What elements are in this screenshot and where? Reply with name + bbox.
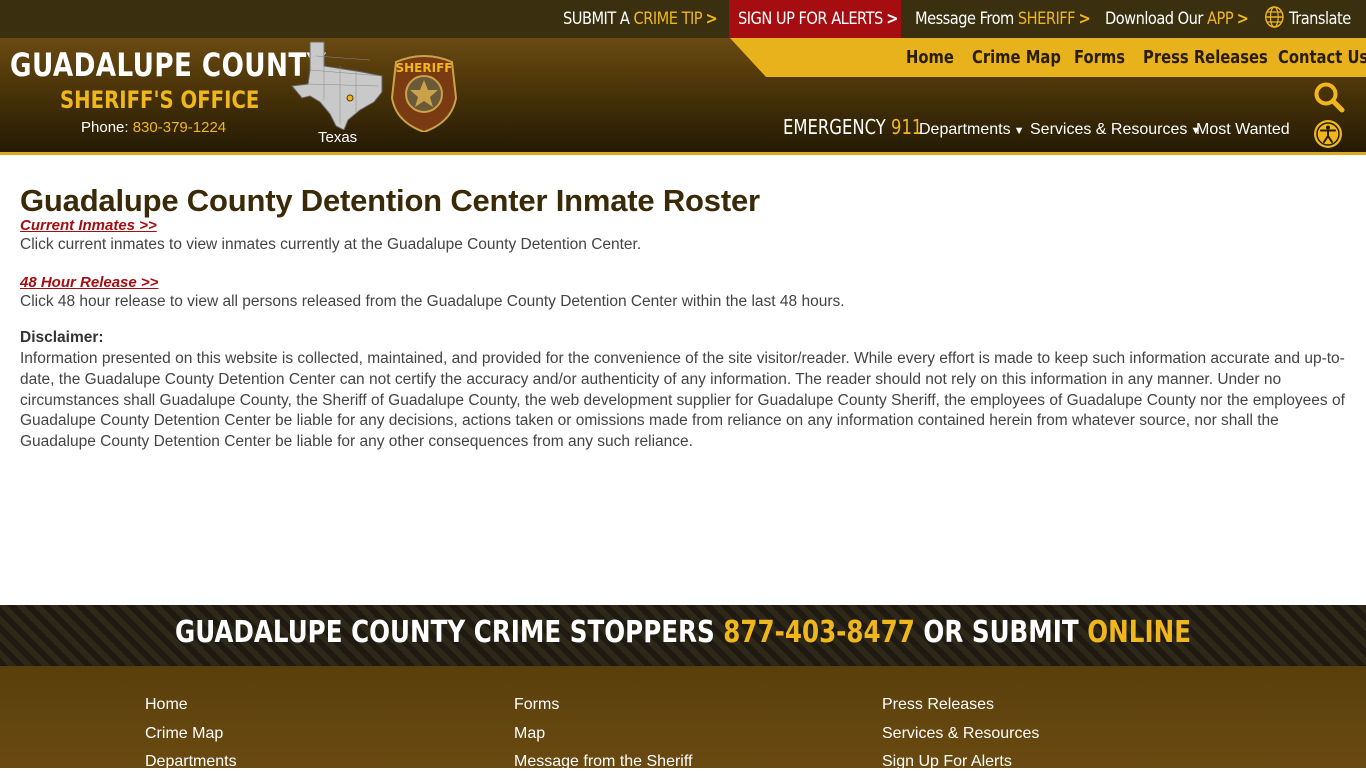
message-prefix: Message From [915,9,1018,29]
accessibility-icon[interactable] [1313,119,1343,149]
footer-link-home[interactable]: Home [145,696,188,714]
chevron-down-icon: ▼ [1013,125,1025,137]
phone-number[interactable]: 830-379-1224 [133,119,226,136]
nav-home[interactable]: Home [906,38,954,77]
footer-link-forms[interactable]: Forms [514,696,559,714]
stoppers-prefix: GUADALUPE COUNTY CRIME STOPPERS [174,615,724,650]
emergency-label: EMERGENCY [783,115,892,139]
main-nav: Home Crime Map Forms Press Releases Cont… [730,38,1366,77]
nav-forms[interactable]: Forms [1074,38,1125,77]
footer-link-press-releases[interactable]: Press Releases [882,696,994,714]
globe-icon [1265,6,1284,28]
services-label: Services & Resources [1030,121,1188,138]
current-inmates-link[interactable]: Current Inmates >> [20,217,157,234]
departments-label: Departments [919,121,1011,138]
texas-label: Texas [318,129,358,146]
sheriff-badge-icon[interactable]: SHERIFF [390,52,458,132]
nav-press-releases[interactable]: Press Releases [1143,38,1268,77]
nav-most-wanted[interactable]: Most Wanted [1196,121,1290,139]
texas-map-icon [291,41,383,130]
alerts-label-wrap: SIGN UP FOR ALERTS > [738,0,898,38]
crime-stoppers-text: GUADALUPE COUNTY CRIME STOPPERS 877-403-… [175,615,1191,650]
footer-link-message-sheriff[interactable]: Message from the Sheriff [514,753,692,771]
search-icon[interactable] [1313,81,1345,113]
current-inmates-description: Click current inmates to view inmates cu… [20,236,642,253]
chevron-right-icon: > [886,9,898,29]
emergency-link[interactable]: EMERGENCY 911 [783,115,922,139]
nav-crime-map[interactable]: Crime Map [972,38,1061,77]
phone-label: Phone: [81,119,133,136]
chevron-right-icon: > [705,9,718,29]
download-app-link[interactable]: Download Our APP > [1105,0,1249,38]
disclaimer-body: Information presented on this website is… [20,350,1345,451]
footer-link-map[interactable]: Map [514,725,545,743]
app-prefix: Download Our [1105,9,1208,29]
brand-phone: Phone: 830-379-1224 [81,119,226,136]
page-title: Guadalupe County Detention Center Inmate… [20,183,760,218]
top-bar: SUBMIT A CRIME TIP > SIGN UP FOR ALERTS > … [0,0,1366,38]
release-48-link[interactable]: 48 Hour Release >> [20,274,158,291]
badge-text: SHERIFF [396,61,453,75]
footer-link-crime-map[interactable]: Crime Map [145,725,223,743]
chevron-right-icon: > [1078,9,1091,29]
brand-office[interactable]: SHERIFF'S OFFICE [60,86,259,114]
translate-label: Translate [1288,9,1351,29]
message-sheriff-link[interactable]: Message From SHERIFF > [915,0,1091,38]
chevron-right-icon: > [1236,9,1249,29]
emergency-number: 911 [891,115,923,139]
stoppers-middle: OR SUBMIT [914,615,1088,650]
header-divider [0,152,1366,155]
stoppers-phone[interactable]: 877-403-8477 [723,615,915,650]
nav-contact-us[interactable]: Contact Us [1278,38,1366,77]
translate-button[interactable]: Translate [1264,0,1351,38]
app-highlight: APP [1207,9,1234,29]
stoppers-online-link[interactable]: ONLINE [1087,615,1191,650]
disclaimer-heading: Disclaimer: [20,329,104,346]
footer-link-departments[interactable]: Departments [145,753,237,771]
footer-link-services[interactable]: Services & Resources [882,725,1039,743]
crime-tip-prefix: SUBMIT A [563,9,634,29]
crime-tip-link[interactable]: SUBMIT A CRIME TIP > [563,0,718,38]
message-highlight: SHERIFF [1017,9,1076,29]
footer-link-alerts[interactable]: Sign Up For Alerts [882,753,1012,771]
nav-departments[interactable]: Departments ▼ [919,121,1024,139]
brand-county[interactable]: GUADALUPE COUNTY [10,46,326,84]
release-48-description: Click 48 hour release to view all person… [20,293,845,310]
alerts-link[interactable]: SIGN UP FOR ALERTS > [729,0,901,38]
crime-tip-highlight: CRIME TIP [633,9,703,29]
alerts-label: SIGN UP FOR ALERTS [738,9,883,29]
nav-services[interactable]: Services & Resources ▼ [1030,121,1201,139]
